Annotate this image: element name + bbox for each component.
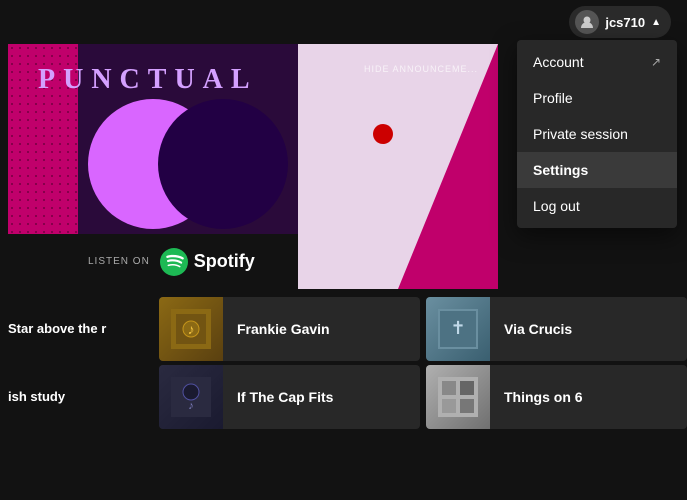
card-thumb-viacrucis: ✝	[426, 297, 490, 361]
card-things-on-6-title: Things on 6	[490, 389, 597, 405]
spotify-text: Spotify	[194, 251, 255, 272]
card-frankie-title: Frankie Gavin	[223, 321, 344, 337]
banner-red-dot	[373, 124, 393, 144]
user-menu-button[interactable]: jcs710 ▲	[569, 6, 671, 38]
menu-profile-label: Profile	[533, 90, 573, 106]
spotify-icon	[160, 248, 188, 276]
menu-account-label: Account	[533, 54, 584, 70]
card-cap-fits[interactable]: ♪ If The Cap Fits	[159, 365, 420, 429]
external-link-icon: ↗	[651, 55, 661, 69]
menu-item-logout[interactable]: Log out	[517, 188, 677, 224]
hide-announcement[interactable]: HIDE ANNOUNCEME...	[364, 64, 478, 74]
banner-circles	[88, 99, 308, 239]
svg-text:♪: ♪	[188, 400, 194, 412]
svg-text:✝: ✝	[450, 318, 465, 338]
menu-logout-label: Log out	[533, 198, 580, 214]
card-thumb-capfits: ♪	[159, 365, 223, 429]
menu-item-settings[interactable]: Settings	[517, 152, 677, 188]
username-label: jcs710	[605, 15, 645, 30]
card-frankie-gavin[interactable]: ♪ Frankie Gavin	[159, 297, 420, 361]
circle-right	[158, 99, 288, 229]
row2-cards: ♪ If The Cap Fits	[159, 365, 687, 429]
card-thumb-frankie: ♪	[159, 297, 223, 361]
card-things-on-6[interactable]: Things on 6	[426, 365, 687, 429]
dropdown-menu: Account ↗ Profile Private session Settin…	[517, 40, 677, 228]
card-via-crucis[interactable]: ✝ Via Crucis	[426, 297, 687, 361]
banner-triangle	[398, 44, 498, 289]
row1-cards: ♪ Frankie Gavin ✝ Via Cruci	[159, 297, 687, 361]
listen-on-label: LISTEN ON	[88, 256, 150, 267]
banner-title: PUNCTUAL	[38, 64, 258, 96]
card-thumb-thingson6	[426, 365, 490, 429]
svg-text:♪: ♪	[188, 321, 195, 337]
card-cap-fits-title: If The Cap Fits	[223, 389, 347, 405]
spotify-logo[interactable]: Spotify	[160, 248, 255, 276]
dropdown-arrow: ▲	[651, 17, 661, 28]
menu-settings-label: Settings	[533, 162, 588, 178]
menu-private-session-label: Private session	[533, 126, 628, 142]
menu-item-profile[interactable]: Profile	[517, 80, 677, 116]
spotify-bar: LISTEN ON Spotify	[8, 234, 298, 289]
content-row-1: Star above the r ♪ Frankie Gavin	[0, 297, 687, 361]
user-avatar	[575, 10, 599, 34]
menu-item-private-session[interactable]: Private session	[517, 116, 677, 152]
content-row-2: ish study ♪ If The Cap Fits	[0, 365, 687, 429]
banner: PUNCTUAL HIDE ANNOUNCEME... LISTEN ON Sp…	[8, 44, 498, 289]
content-area: Star above the r ♪ Frankie Gavin	[0, 297, 687, 429]
top-bar: jcs710 ▲	[0, 0, 687, 44]
card-via-crucis-title: Via Crucis	[490, 321, 586, 337]
row2-left-text: ish study	[0, 365, 155, 429]
menu-item-account[interactable]: Account ↗	[517, 44, 677, 80]
row1-left-text: Star above the r	[0, 297, 155, 361]
